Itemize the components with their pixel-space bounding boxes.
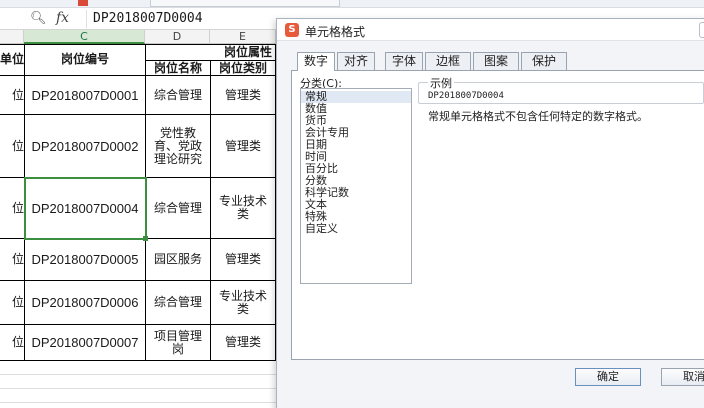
app-mark <box>78 0 88 6</box>
dialog-title-bar[interactable]: S 单元格格式 <box>277 19 704 41</box>
document-tab[interactable] <box>150 0 340 7</box>
zoom-icon[interactable]: 🔍︎ <box>30 11 47 26</box>
tab-font[interactable]: 字体 <box>385 52 423 70</box>
fx-icon[interactable]: fx <box>56 10 69 26</box>
cell-post-type[interactable]: 专业技术类 <box>211 281 275 324</box>
cancel-button[interactable]: 取消 <box>661 368 704 386</box>
cell-post-name[interactable]: 项目管理岗 <box>146 325 210 360</box>
formula-input[interactable]: DP2018007D0004 <box>86 10 286 28</box>
wps-logo-icon: S <box>285 23 299 37</box>
cell-post-name[interactable]: 综合管理 <box>146 178 210 238</box>
cell-post-type[interactable]: 管理类 <box>211 76 275 114</box>
ok-button[interactable]: 确定 <box>575 368 641 386</box>
cell-unit[interactable]: 位 <box>0 76 24 114</box>
cell-post-code[interactable]: DP2018007D0002 <box>25 115 145 177</box>
cell-unit[interactable]: 位 <box>0 281 24 324</box>
column-header-e[interactable]: E <box>210 30 276 44</box>
category-custom[interactable]: 自定义 <box>301 223 411 235</box>
cell-unit[interactable]: 位 <box>0 325 24 360</box>
cell-post-code[interactable]: DP2018007D0005 <box>25 239 145 280</box>
number-tab-panel: 分类(C): 常规 数值 货币 会计专用 日期 时间 百分比 分数 科学记数 文… <box>291 70 704 360</box>
tab-number[interactable]: 数字 <box>297 52 335 71</box>
cell-post-code[interactable]: DP2018007D0007 <box>25 325 145 360</box>
cell-unit[interactable]: 位 <box>0 239 24 280</box>
cell-post-type[interactable]: 专业技术类 <box>211 178 275 238</box>
column-header-d[interactable]: D <box>145 30 210 44</box>
header-post-code[interactable]: 岗位编号 <box>25 44 145 75</box>
cell-post-type[interactable]: 管理类 <box>211 325 275 360</box>
cell-post-name[interactable]: 党性教育、党政理论研究 <box>146 115 210 177</box>
cell-unit[interactable]: 位 <box>0 178 24 238</box>
column-header-c[interactable]: C <box>24 30 145 44</box>
format-description: 常规单元格格式不包含任何特定的数字格式。 <box>428 110 648 123</box>
format-cells-dialog: S 单元格格式 数字 对齐 字体 边框 图案 保护 分类(C): 常规 数值 货… <box>276 18 704 408</box>
dialog-title: 单元格格式 <box>305 25 366 39</box>
tab-alignment[interactable]: 对齐 <box>337 52 375 70</box>
column-header-b[interactable] <box>0 30 24 44</box>
header-post-name[interactable]: 岗位名称 <box>146 61 210 75</box>
cell-post-name[interactable]: 综合管理 <box>146 76 210 114</box>
selected-cell-outline <box>24 177 147 240</box>
cell-post-type[interactable]: 管理类 <box>211 239 275 280</box>
sample-value: DP2018007D0004 <box>428 91 504 101</box>
cell-post-code[interactable]: DP2018007D0006 <box>25 281 145 324</box>
header-post-attribute[interactable]: 岗位属性 <box>146 44 276 60</box>
tab-protection[interactable]: 保护 <box>521 52 567 70</box>
header-post-type[interactable]: 岗位类别 <box>211 61 275 75</box>
close-button[interactable] <box>699 22 704 38</box>
tab-border[interactable]: 边框 <box>425 52 471 70</box>
title-strip <box>0 0 704 8</box>
fill-handle[interactable] <box>143 236 148 241</box>
sample-label: 示例 <box>428 75 454 91</box>
header-unit[interactable]: 单位 <box>0 44 24 75</box>
cell-post-type[interactable]: 管理类 <box>211 115 275 177</box>
cell-post-name[interactable]: 园区服务 <box>146 239 210 280</box>
tab-pattern[interactable]: 图案 <box>473 52 519 70</box>
cell-post-name[interactable]: 综合管理 <box>146 281 210 324</box>
category-list[interactable]: 常规 数值 货币 会计专用 日期 时间 百分比 分数 科学记数 文本 特殊 自定… <box>300 88 412 284</box>
cell-unit[interactable]: 位 <box>0 115 24 177</box>
cell-post-code[interactable]: DP2018007D0001 <box>25 76 145 114</box>
